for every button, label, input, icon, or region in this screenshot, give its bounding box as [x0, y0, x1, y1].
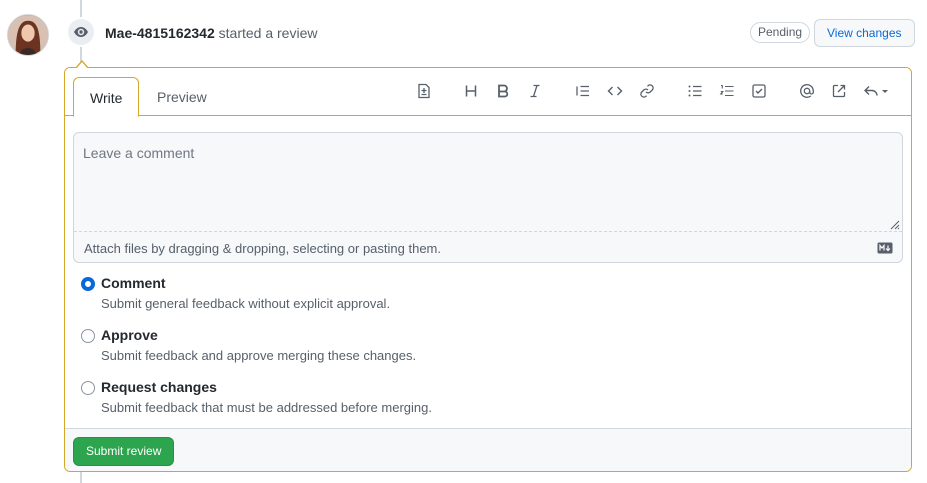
- comment-input[interactable]: [74, 133, 902, 231]
- cross-reference-icon[interactable]: [830, 82, 848, 100]
- comment-area: Attach files by dragging & dropping, sel…: [73, 132, 903, 263]
- eye-icon: [66, 17, 96, 47]
- saved-replies-icon[interactable]: [862, 82, 892, 100]
- view-changes-button[interactable]: View changes: [814, 19, 915, 47]
- unordered-list-icon[interactable]: [686, 82, 704, 100]
- pending-badge: Pending: [750, 22, 811, 43]
- quote-icon[interactable]: [574, 82, 592, 100]
- option-description: Submit general feedback without explicit…: [101, 296, 391, 311]
- option-description: Submit feedback that must be addressed b…: [101, 400, 432, 415]
- attach-files-text[interactable]: Attach files by dragging & dropping, sel…: [84, 241, 441, 256]
- ordered-list-icon[interactable]: [718, 82, 736, 100]
- heading-icon[interactable]: [462, 82, 480, 100]
- mention-icon[interactable]: [798, 82, 816, 100]
- submit-review-button[interactable]: Submit review: [73, 437, 175, 466]
- approve-radio[interactable]: [81, 329, 95, 343]
- request-changes-radio[interactable]: [81, 381, 95, 395]
- add-suggestion-icon[interactable]: [415, 82, 433, 100]
- option-description: Submit feedback and approve merging thes…: [101, 348, 417, 363]
- resize-handle-icon[interactable]: [888, 217, 900, 230]
- review-caret-inner: [76, 62, 88, 69]
- comment-radio[interactable]: [81, 277, 95, 291]
- review-header: Mae-4815162342 started a review: [105, 25, 317, 41]
- markdown-toolbar: [65, 82, 911, 104]
- italic-icon[interactable]: [526, 82, 544, 100]
- review-box: Write Preview Leave a comment Attach fil…: [64, 67, 912, 472]
- link-icon[interactable]: [638, 82, 656, 100]
- avatar-image: [8, 15, 48, 55]
- attach-bar[interactable]: Attach files by dragging & dropping, sel…: [74, 231, 902, 263]
- code-icon[interactable]: [606, 82, 624, 100]
- option-label[interactable]: Request changes: [101, 379, 217, 395]
- avatar[interactable]: [7, 14, 49, 56]
- editor-tabbar: Write Preview: [65, 68, 911, 117]
- option-label[interactable]: Comment: [101, 275, 166, 291]
- review-footer: Submit review: [65, 428, 911, 471]
- author-name[interactable]: Mae-4815162342: [105, 25, 215, 41]
- action-text: started a review: [218, 25, 318, 41]
- bold-icon[interactable]: [494, 82, 512, 100]
- task-list-icon[interactable]: [750, 82, 768, 100]
- markdown-icon[interactable]: [877, 241, 893, 254]
- option-label[interactable]: Approve: [101, 327, 158, 343]
